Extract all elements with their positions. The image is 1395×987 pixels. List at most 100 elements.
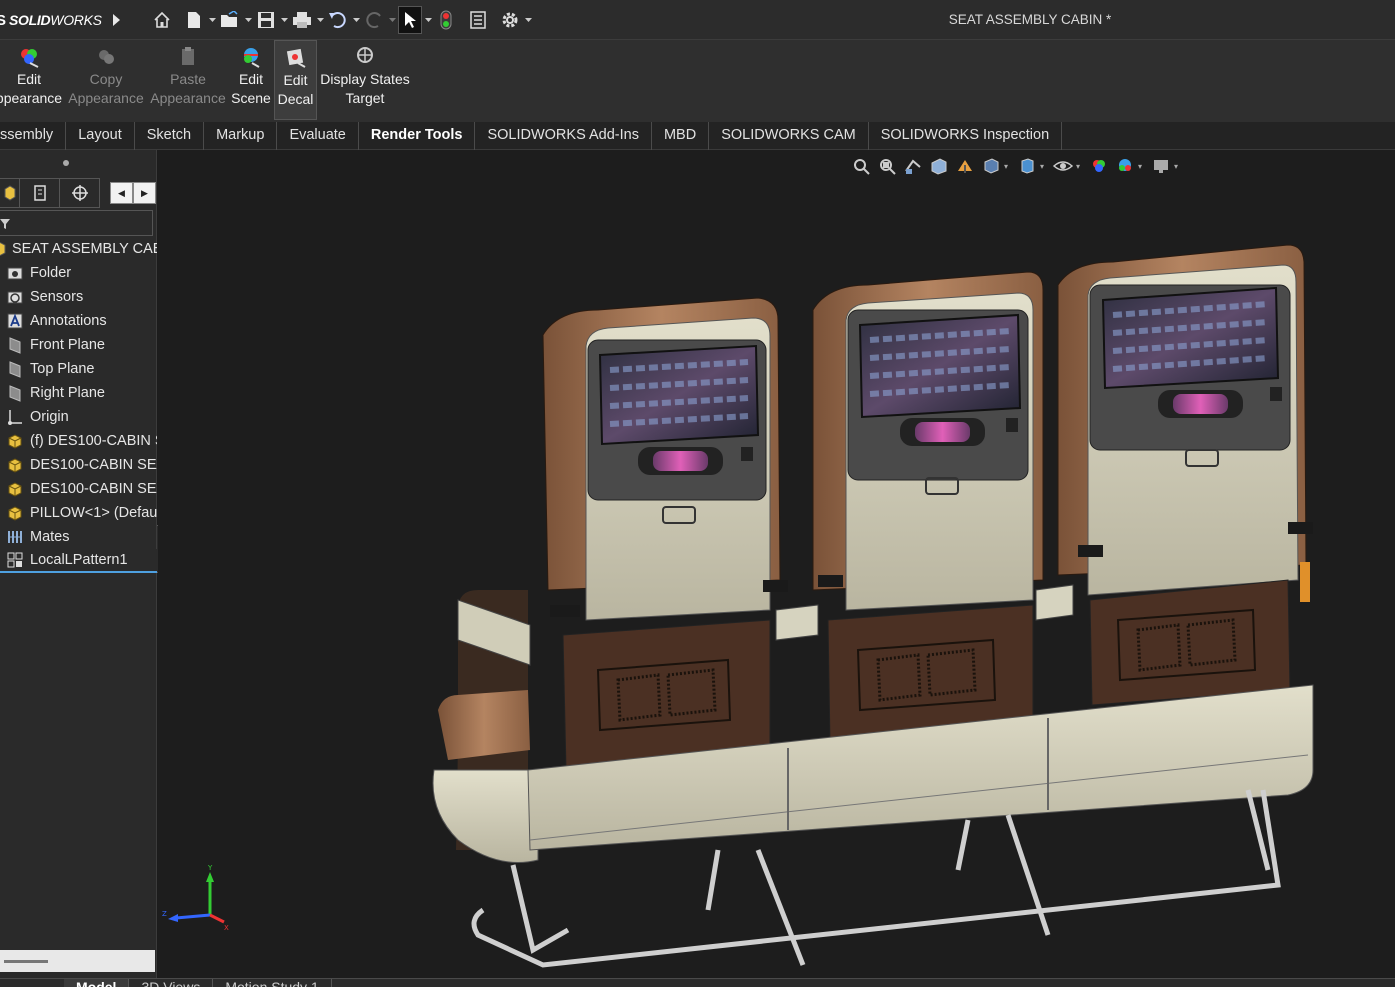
copy-appearance-button[interactable]: Copy Appearance [68,40,144,120]
select-icon[interactable] [398,6,422,34]
paste-appearance-button[interactable]: Paste Appearance [150,40,226,120]
paste-appearance-line2: Appearance [150,90,226,106]
tree-item-part[interactable]: DES100-CABIN SEAT [0,453,157,477]
paste-appearance-line1: Paste [170,71,206,87]
annotation-icon [7,313,23,329]
tree-root[interactable]: SEAT ASSEMBLY CABIN [0,237,157,261]
tree-item-folder[interactable]: Folder [0,261,157,285]
plane-icon [9,385,21,402]
tree-item-pillow[interactable]: PILLOW<1> (Default) [0,501,157,525]
tree-item-label: Right Plane [30,385,105,401]
display-states-target-button[interactable]: Display States Target [320,40,410,120]
scrollbar-thumb[interactable] [4,960,48,963]
save-icon[interactable] [254,6,278,34]
tab-solidworks-add-ins[interactable]: SOLIDWORKS Add-Ins [475,122,652,150]
axis-triad: Y Z X [162,864,229,932]
tree-item-origin[interactable]: Origin [0,405,157,429]
edit-scene-button[interactable]: Edit Scene [230,40,272,120]
tree-item-mates[interactable]: Mates [0,525,157,549]
tree-item-label: Mates [30,529,70,545]
feature-tree-tab[interactable] [0,178,20,208]
redo-dropdown-icon[interactable] [386,6,398,34]
undo-dropdown-icon[interactable] [350,6,362,34]
plane-icon [9,361,21,378]
tab-model[interactable]: Model [64,979,130,987]
open-icon[interactable] [218,6,242,34]
display-states-line1: Display States [320,71,410,87]
tab-3d-views[interactable]: 3D Views [129,979,214,987]
edit-appearance-line1: Edit [16,71,42,87]
copy-appearance-line2: Appearance [68,90,144,106]
save-dropdown-icon[interactable] [278,6,290,34]
logo-text: SOLIDWORKS [9,12,102,28]
redo-icon[interactable] [362,6,386,34]
pattern-icon [7,552,23,568]
svg-text:Z: Z [162,910,167,918]
rebuild-icon[interactable] [434,6,458,34]
tab-render-tools[interactable]: Render Tools [359,122,476,150]
property-manager-tab[interactable] [20,178,60,208]
tree-item-top-plane[interactable]: Top Plane [0,357,157,381]
tab-assembly[interactable]: ssembly [0,122,67,150]
tab-mbd[interactable]: MBD [652,122,710,150]
configuration-manager-tab[interactable] [60,178,100,208]
mates-icon [8,531,22,543]
tree-item-label: Sensors [30,289,84,305]
tree-item-part[interactable]: DES100-CABIN SEAT [0,477,157,501]
tab-layout[interactable]: Layout [66,122,135,150]
paste-appearance-icon [182,47,194,65]
print-icon[interactable] [290,6,314,34]
display-states-icon [357,47,373,63]
scroll-right-arrow-icon[interactable]: ▶ [133,182,156,204]
open-dropdown-icon[interactable] [242,6,254,34]
edit-scene-line2: Scene [231,90,271,106]
tree-item-label: Top Plane [30,361,95,377]
tab-solidworks-cam[interactable]: SOLIDWORKS CAM [709,122,869,150]
tree-item-sensors[interactable]: Sensors [0,285,157,309]
bottom-tab-bar: Model 3D Views Motion Study 1 [0,978,1395,987]
home-icon[interactable] [150,6,174,34]
tree-item-part-fixed[interactable]: (f) DES100-CABIN SEAT [0,429,157,453]
part-icon [8,506,22,521]
edit-decal-button[interactable]: Edit Decal [274,40,317,120]
tree-item-label: Front Plane [30,337,105,353]
command-manager: Edit ppearance Copy Appearance Paste App… [0,40,1395,122]
seat-assembly-render[interactable] [158,150,1395,978]
appearance-icon [21,49,39,68]
tree-item-annotations[interactable]: Annotations [0,309,157,333]
tab-solidworks-inspection[interactable]: SOLIDWORKS Inspection [869,122,1063,150]
tree-filter[interactable] [0,210,153,236]
logo-solid: SOLID [9,12,51,28]
file-properties-icon[interactable] [466,6,490,34]
options-gear-icon[interactable] [498,6,522,34]
seat-middle[interactable] [812,271,1044,746]
tree-item-front-plane[interactable]: Front Plane [0,333,157,357]
panel-grip[interactable] [63,160,69,166]
options-dropdown-icon[interactable] [522,6,534,34]
undo-icon[interactable] [326,6,350,34]
menu-expand-icon[interactable] [110,12,122,28]
tab-motion-study[interactable]: Motion Study 1 [213,979,332,987]
scroll-left-arrow-icon[interactable]: ◀ [110,182,133,204]
tree-item-label: DES100-CABIN SEAT [30,481,157,497]
model-view-tabs: Model 3D Views Motion Study 1 [64,979,332,987]
tab-sketch[interactable]: Sketch [135,122,205,150]
panel-horizontal-scrollbar[interactable] [0,950,155,972]
edit-decal-line1: Edit [283,72,308,88]
select-dropdown-icon[interactable] [422,6,434,34]
graphics-area[interactable]: ▾ ▾ ▾ ▾ ▾ Y Z X [158,150,1395,978]
tree-item-pattern[interactable]: LocalLPattern1 [0,549,157,573]
title-bar: S SOLIDWORKS SEAT ASSEMBLY CABIN * [0,0,1395,40]
tab-evaluate[interactable]: Evaluate [277,122,359,150]
print-dropdown-icon[interactable] [314,6,326,34]
new-document-icon[interactable] [182,6,206,34]
edit-appearance-button[interactable]: Edit ppearance [0,40,64,120]
tree-item-right-plane[interactable]: Right Plane [0,381,157,405]
edit-decal-line2: Decal [277,91,314,107]
seat-right[interactable] [1057,244,1310,706]
new-dropdown-icon[interactable] [206,6,218,34]
display-states-line2: Target [345,90,385,106]
tab-markup[interactable]: Markup [204,122,278,150]
copy-appearance-icon [99,50,114,64]
panel-scroll-arrows: ◀ ▶ [110,182,156,204]
